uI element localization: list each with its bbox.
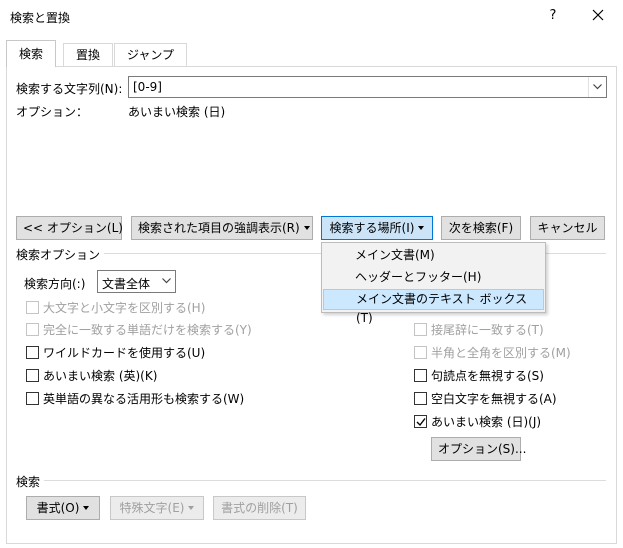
format-button[interactable]: 書式(O) <box>26 496 100 520</box>
options-label: オプション： <box>16 105 89 119</box>
tab-find[interactable]: 検索 <box>6 40 57 67</box>
window-title: 検索と置換 <box>10 11 71 25</box>
checkbox-label: あいまい検索 (日)(J) <box>431 415 542 429</box>
checkbox-box <box>26 369 39 382</box>
find-what-label: 検索する文字列(N): <box>16 82 123 96</box>
menu-item-main-document[interactable]: メイン文書(M) <box>323 245 544 266</box>
find-group-separator <box>16 480 606 481</box>
no-formatting-button[interactable]: 書式の削除(T) <box>213 496 306 520</box>
reading-highlight-button[interactable]: 検索された項目の強調表示(R) <box>131 216 313 240</box>
checkbox-label: 句読点を無視する(S) <box>431 369 544 383</box>
options-value: あいまい検索 (日) <box>128 105 226 119</box>
find-group-label: 検索 <box>16 473 45 490</box>
search-in-menu: メイン文書(M) ヘッダーとフッター(H) メイン文書のテキスト ボックス(T) <box>321 242 546 325</box>
match-suffix-checkbox[interactable]: 接尾辞に一致する(T) <box>414 322 544 340</box>
checkbox-label: 英単語の異なる活用形も検索する(W) <box>43 392 245 406</box>
match-width-checkbox[interactable]: 半角と全角を区別する(M) <box>414 345 571 363</box>
checkbox-box <box>26 301 39 314</box>
checkbox-label: 空白文字を無視する(A) <box>431 392 557 406</box>
checkbox-label: 半角と全角を区別する(M) <box>431 346 571 360</box>
checkbox-box <box>26 323 39 336</box>
checkbox-label: ワイルドカードを使用する(U) <box>43 346 206 360</box>
checkbox-label: あいまい検索 (英)(K) <box>43 369 158 383</box>
match-case-checkbox[interactable]: 大文字と小文字を区別する(H) <box>26 300 205 318</box>
fuzzy-options-button[interactable]: オプション(S)... <box>431 437 526 461</box>
close-button[interactable] <box>586 5 610 27</box>
find-what-input[interactable]: [0-9] <box>128 76 607 98</box>
reading-highlight-label: 検索された項目の強調表示(R) <box>138 221 300 235</box>
checkbox-label: 完全に一致する単語だけを検索する(Y) <box>43 323 252 337</box>
search-in-button[interactable]: 検索する場所(I) <box>321 216 433 240</box>
checkbox-box <box>414 346 427 359</box>
ignore-punctuation-checkbox[interactable]: 句読点を無視する(S) <box>414 368 544 386</box>
search-direction-value: 文書全体 <box>102 277 151 291</box>
find-next-button[interactable]: 次を検索(F) <box>441 216 521 240</box>
help-button[interactable]: ? <box>542 5 564 27</box>
wildcards-checkbox[interactable]: ワイルドカードを使用する(U) <box>26 345 205 363</box>
caret-down-icon <box>418 225 425 230</box>
search-direction-dropdown[interactable] <box>157 271 175 292</box>
word-forms-checkbox[interactable]: 英単語の異なる活用形も検索する(W) <box>26 391 244 409</box>
menu-item-main-text-boxes[interactable]: メイン文書のテキスト ボックス(T) <box>323 289 544 325</box>
caret-down-icon <box>83 505 90 510</box>
fuzzy-english-checkbox[interactable]: あいまい検索 (英)(K) <box>26 368 157 386</box>
tab-replace[interactable]: 置換 <box>63 43 114 67</box>
find-what-value: [0-9] <box>133 80 162 94</box>
checkbox-box <box>414 415 427 428</box>
checkbox-label: 接尾辞に一致する(T) <box>431 323 544 337</box>
tab-goto[interactable]: ジャンプ <box>114 43 188 67</box>
checkbox-box <box>26 346 39 359</box>
checkbox-box <box>414 369 427 382</box>
checkmark-icon <box>416 418 426 427</box>
checkbox-box <box>414 392 427 405</box>
special-label: 特殊文字(E) <box>119 501 185 515</box>
chevron-down-icon <box>593 84 602 90</box>
search-direction-select[interactable]: 文書全体 <box>97 270 176 293</box>
checkbox-box <box>26 392 39 405</box>
whole-words-checkbox[interactable]: 完全に一致する単語だけを検索する(Y) <box>26 322 252 340</box>
less-options-button[interactable]: << オプション(L) <box>16 216 123 240</box>
cancel-button[interactable]: キャンセル <box>530 216 605 240</box>
checkbox-label: 大文字と小文字を区別する(H) <box>43 301 206 315</box>
search-direction-label: 検索方向(:) <box>24 277 86 291</box>
fuzzy-japanese-checkbox[interactable]: あいまい検索 (日)(J) <box>414 414 541 432</box>
search-in-label: 検索する場所(I) <box>329 221 415 235</box>
chevron-down-icon <box>161 278 171 284</box>
ignore-whitespace-checkbox[interactable]: 空白文字を無視する(A) <box>414 391 557 409</box>
menu-item-headers-footers[interactable]: ヘッダーとフッター(H) <box>323 267 544 288</box>
find-history-dropdown[interactable] <box>588 77 606 97</box>
close-icon <box>592 9 604 21</box>
format-label: 書式(O) <box>36 501 80 515</box>
caret-down-icon <box>303 225 310 230</box>
search-options-group-label: 検索オプション <box>16 246 105 263</box>
checkbox-box <box>414 323 427 336</box>
special-button[interactable]: 特殊文字(E) <box>110 496 204 520</box>
caret-down-icon <box>188 505 195 510</box>
